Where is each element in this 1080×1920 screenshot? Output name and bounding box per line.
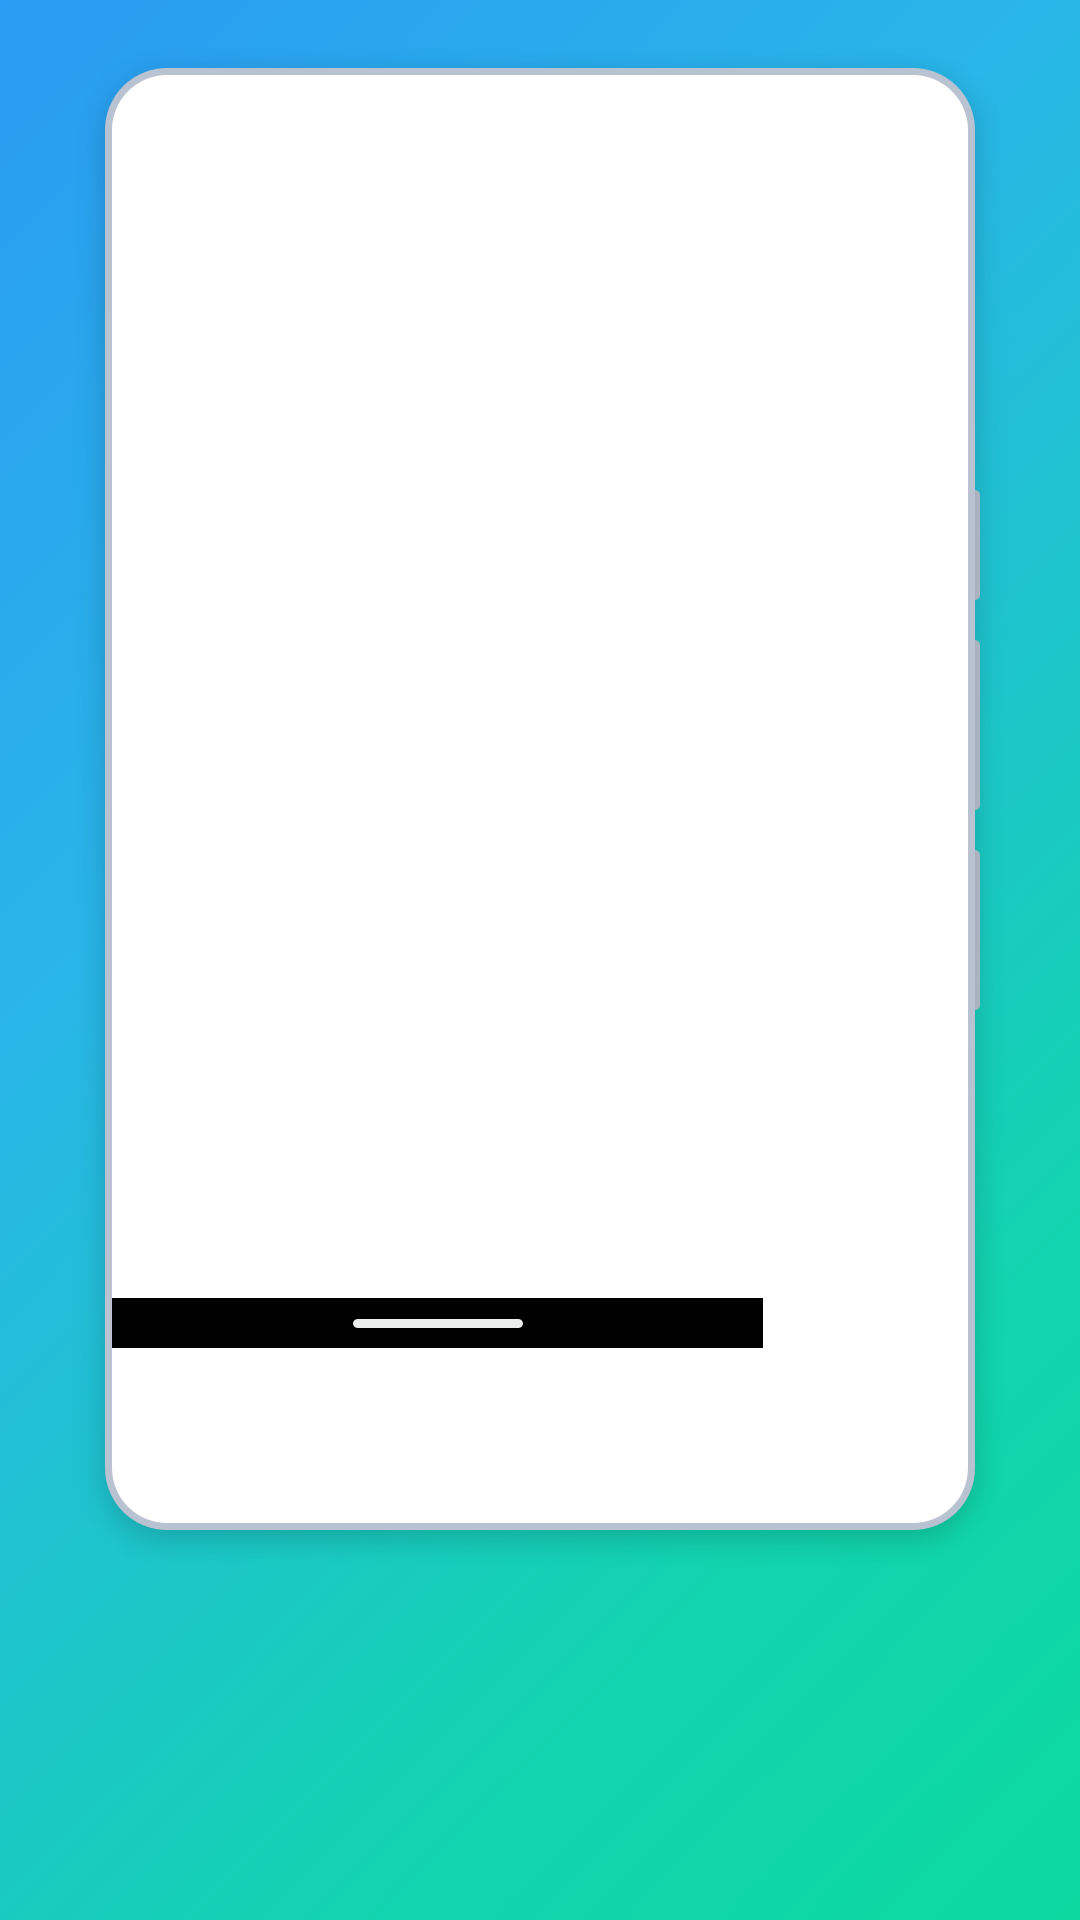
home-gesture-pill[interactable] — [352, 1318, 523, 1328]
system-navigation-bar — [112, 1298, 763, 1348]
